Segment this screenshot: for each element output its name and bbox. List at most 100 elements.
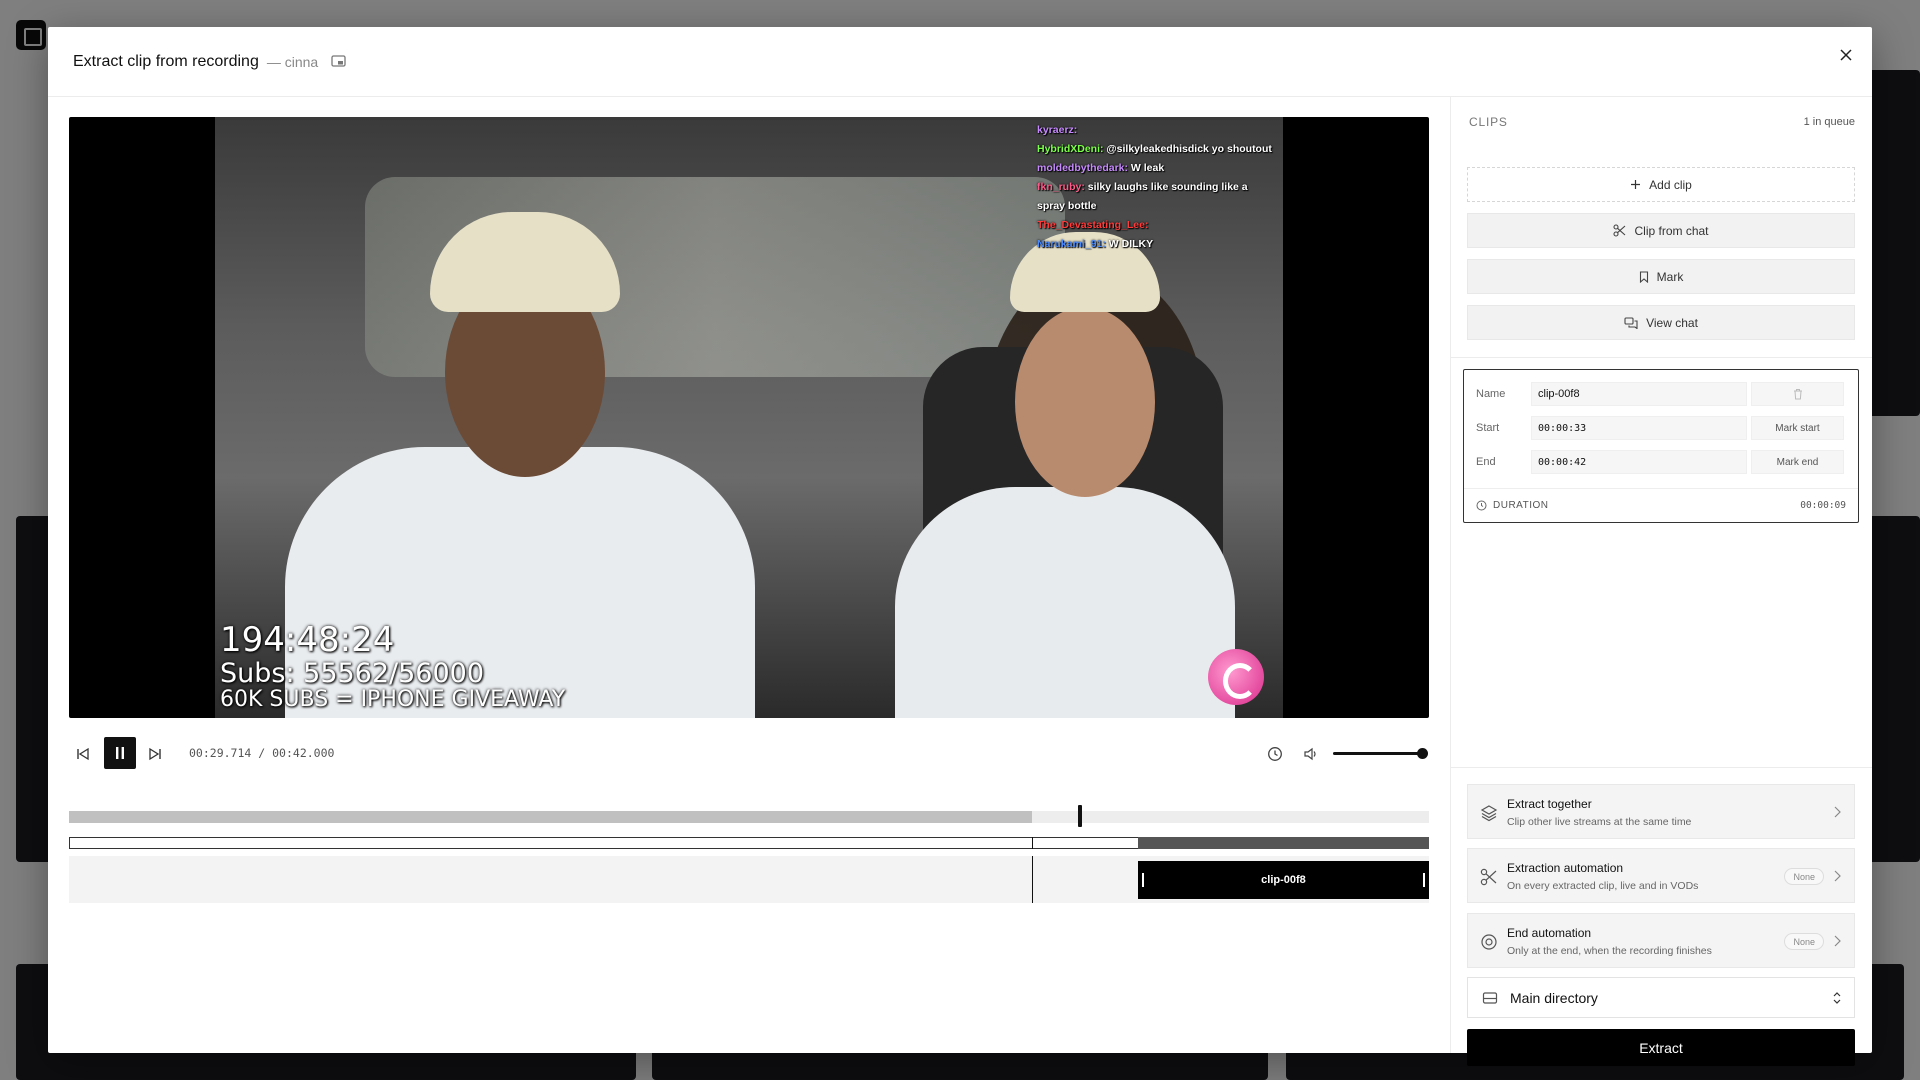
- extract-together-desc: Clip other live streams at the same time: [1507, 816, 1692, 828]
- extract-button[interactable]: Extract: [1467, 1029, 1855, 1066]
- modal-title: Extract clip from recording: [73, 52, 259, 70]
- chat-message: kyraerz:: [1037, 121, 1277, 140]
- start-row: Start 00:00:33: [1476, 416, 1747, 440]
- chevron-right-icon: [1834, 870, 1841, 882]
- volume-slider[interactable]: [1333, 748, 1428, 759]
- modal-subtitle: — cinna: [266, 53, 319, 70]
- chevron-up-down-icon: [1833, 992, 1841, 1004]
- chat-text: W leak: [1128, 162, 1165, 174]
- overlay-subs: Subs: 55562/56000: [220, 658, 485, 689]
- chevron-right-icon: [1834, 935, 1841, 947]
- mark-button[interactable]: Mark: [1467, 259, 1855, 294]
- end-automation-desc: Only at the end, when the recording fini…: [1507, 945, 1712, 957]
- view-chat-button[interactable]: View chat: [1467, 305, 1855, 340]
- picture-in-picture-icon[interactable]: [330, 54, 346, 70]
- end-automation-title: End automation: [1507, 926, 1592, 940]
- clips-panel-header: CLIPS 1 in queue: [1469, 115, 1855, 129]
- end-automation-card[interactable]: End automation Only at the end, when the…: [1467, 913, 1855, 968]
- directory-select-value: Main directory: [1510, 989, 1598, 1006]
- pause-button[interactable]: [104, 737, 136, 769]
- start-label: Start: [1476, 422, 1500, 434]
- chat-username: moldedbythedark:: [1037, 162, 1129, 174]
- extraction-automation-desc: On every extracted clip, live and in VOD…: [1507, 880, 1699, 892]
- mark-end-button[interactable]: Mark end: [1751, 450, 1844, 474]
- chat-bubbles-icon: [1624, 316, 1638, 329]
- stream-chat-overlay: kyraerz: HybridXDeni: @silkyleakedhisdick…: [1037, 121, 1277, 254]
- time-separator: /: [258, 746, 266, 760]
- volume-slider-knob[interactable]: [1417, 748, 1428, 759]
- player-controls: 00:29.714 / 00:42.000: [69, 736, 1429, 772]
- video-player[interactable]: kyraerz: HybridXDeni: @silkyleakedhisdick…: [69, 117, 1429, 718]
- clock-icon: [1476, 500, 1487, 511]
- add-clip-button[interactable]: Add clip: [1467, 167, 1855, 202]
- duration-label-wrap: DURATION: [1476, 500, 1548, 511]
- chat-username: Narukami_91:: [1037, 238, 1106, 250]
- target-icon: [1481, 934, 1497, 950]
- end-row: End 00:00:42: [1476, 450, 1747, 474]
- view-chat-label: View chat: [1646, 315, 1698, 330]
- timeline-overview[interactable]: [69, 837, 1429, 849]
- end-automation-badge: None: [1784, 933, 1824, 950]
- end-time-input[interactable]: 00:00:42: [1531, 450, 1747, 474]
- name-row: Name clip-00f8: [1476, 382, 1747, 406]
- panel-divider: [1451, 767, 1872, 768]
- playhead-handle[interactable]: [1077, 805, 1082, 827]
- drive-icon: [1482, 991, 1498, 1004]
- extraction-automation-card[interactable]: Extraction automation On every extracted…: [1467, 848, 1855, 903]
- extract-together-title: Extract together: [1507, 797, 1592, 811]
- clips-panel: CLIPS 1 in queue Add clip Clip from chat…: [1450, 97, 1872, 1066]
- overlay-timer: 194:48:24: [220, 620, 395, 660]
- clip-end-handle[interactable]: [1422, 873, 1425, 887]
- time-readout: 00:29.714 / 00:42.000: [189, 746, 334, 760]
- clock-icon[interactable]: [1261, 740, 1289, 768]
- clip-start-handle[interactable]: [1141, 873, 1144, 887]
- trash-icon: [1793, 389, 1802, 400]
- clip-track[interactable]: clip-00f8: [69, 856, 1429, 903]
- total-time: 00:42.000: [272, 746, 335, 760]
- chat-message: moldedbythedark: W leak: [1037, 159, 1277, 178]
- modal-header: Extract clip from recording — cinna: [48, 27, 1872, 97]
- add-clip-label: Add clip: [1649, 177, 1692, 192]
- chevron-right-icon: [1834, 806, 1841, 818]
- chat-text: W DILKY: [1105, 238, 1154, 250]
- clip-segment-label: clip-00f8: [1261, 874, 1306, 886]
- delete-clip-button[interactable]: [1751, 382, 1844, 406]
- scissors-icon: [1480, 868, 1497, 886]
- clip-from-chat-button[interactable]: Clip from chat: [1467, 213, 1855, 248]
- chat-message: The_Devastating_Lee:: [1037, 216, 1277, 235]
- extraction-automation-badge: None: [1784, 868, 1824, 885]
- chat-username: kyraerz:: [1037, 124, 1078, 136]
- chat-message: Narukami_91: W DILKY: [1037, 235, 1277, 254]
- volume-icon[interactable]: [1297, 740, 1325, 768]
- chat-username: HybridXDeni:: [1037, 143, 1104, 155]
- clip-from-chat-label: Clip from chat: [1634, 223, 1709, 238]
- panel-divider: [1451, 357, 1872, 358]
- channel-logo: [1208, 649, 1264, 705]
- directory-select[interactable]: Main directory: [1467, 977, 1855, 1018]
- playback-progress-bar[interactable]: [69, 811, 1429, 823]
- duration-label: DURATION: [1493, 500, 1549, 511]
- name-label: Name: [1476, 388, 1506, 400]
- queue-count: 1 in queue: [1803, 116, 1855, 128]
- clip-segment[interactable]: clip-00f8: [1137, 861, 1429, 899]
- mark-start-button[interactable]: Mark start: [1751, 416, 1844, 440]
- clip-name-input[interactable]: clip-00f8: [1531, 382, 1747, 406]
- clips-title: CLIPS: [1469, 115, 1508, 129]
- extract-together-card[interactable]: Extract together Clip other live streams…: [1467, 784, 1855, 839]
- skip-back-icon[interactable]: [69, 740, 97, 768]
- overview-cursor: [1031, 837, 1033, 849]
- chat-username: fkn_ruby:: [1037, 181, 1085, 193]
- person-head: [1015, 307, 1155, 497]
- skip-forward-icon[interactable]: [141, 740, 169, 768]
- overview-clip-window[interactable]: [1137, 837, 1429, 849]
- current-time: 00:29.714: [189, 746, 252, 760]
- plus-icon: [1631, 180, 1641, 189]
- person-body: [895, 487, 1235, 718]
- scissors-icon: [1613, 224, 1626, 237]
- clip-editor: Name clip-00f8 Start 00:00:33 Mark start…: [1463, 369, 1859, 523]
- chat-message: fkn_ruby: silky laughs like sounding lik…: [1037, 178, 1277, 216]
- layers-icon: [1480, 805, 1498, 822]
- mark-label: Mark: [1656, 269, 1684, 284]
- start-time-input[interactable]: 00:00:33: [1531, 416, 1747, 440]
- close-icon[interactable]: [1834, 43, 1858, 67]
